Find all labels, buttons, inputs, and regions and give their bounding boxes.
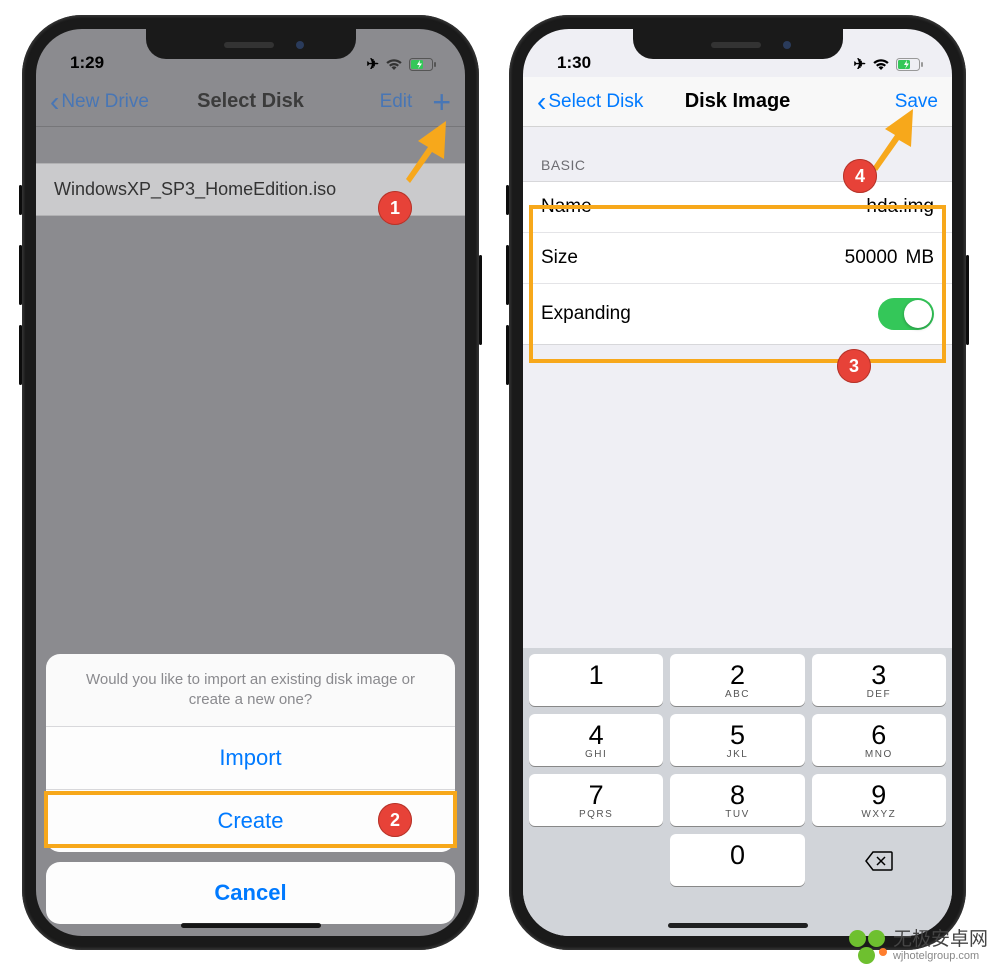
watermark-logo <box>847 926 887 966</box>
action-sheet: Would you like to import an existing dis… <box>46 654 455 925</box>
home-indicator[interactable] <box>668 923 808 928</box>
notch <box>633 29 843 59</box>
step-badge-3: 3 <box>837 349 871 383</box>
notch <box>146 29 356 59</box>
key-8[interactable]: 8TUV <box>670 774 804 826</box>
cancel-button[interactable]: Cancel <box>46 862 455 924</box>
step-badge-1: 1 <box>378 191 412 225</box>
backspace-icon <box>865 851 893 871</box>
expanding-row: Expanding <box>523 284 952 344</box>
size-row[interactable]: Size 50000 MB <box>523 233 952 284</box>
chevron-left-icon: ‹ <box>537 95 546 109</box>
basic-form: Name hda.img Size 50000 MB Expanding <box>523 181 952 345</box>
key-3[interactable]: 3DEF <box>812 654 946 706</box>
phone-left: 1:29 ✈ ‹ New Drive Select Disk Edit + <box>22 15 479 950</box>
phone2-screen: 1:30 ✈ ‹ Select Disk Disk Image Save BAS… <box>523 29 952 936</box>
watermark-title: 无极安卓网 <box>893 930 988 951</box>
airplane-icon: ✈ <box>853 55 866 73</box>
key-1[interactable]: 1 <box>529 654 663 706</box>
key-blank <box>529 834 663 886</box>
size-value: 50000 <box>845 247 898 269</box>
import-button[interactable]: Import <box>46 727 455 790</box>
expanding-label: Expanding <box>541 303 631 325</box>
back-label: Select Disk <box>548 91 643 113</box>
expanding-switch[interactable] <box>878 298 934 330</box>
size-unit: MB <box>906 247 935 269</box>
status-time: 1:30 <box>557 53 591 73</box>
key-4[interactable]: 4GHI <box>529 714 663 766</box>
phone1-screen: 1:29 ✈ ‹ New Drive Select Disk Edit + <box>36 29 465 936</box>
key-0[interactable]: 0 <box>670 834 804 886</box>
name-label: Name <box>541 196 592 218</box>
step-badge-2: 2 <box>378 803 412 837</box>
size-label: Size <box>541 247 578 269</box>
key-6[interactable]: 6MNO <box>812 714 946 766</box>
step1-arrow <box>394 119 454 189</box>
phone-right: 1:30 ✈ ‹ Select Disk Disk Image Save BAS… <box>509 15 966 950</box>
back-button[interactable]: ‹ Select Disk <box>537 91 643 113</box>
battery-icon <box>896 58 924 71</box>
name-row[interactable]: Name hda.img <box>523 182 952 233</box>
home-indicator[interactable] <box>181 923 321 928</box>
key-backspace[interactable] <box>812 834 946 886</box>
key-7[interactable]: 7PQRS <box>529 774 663 826</box>
sheet-message: Would you like to import an existing dis… <box>46 654 455 728</box>
name-value: hda.img <box>866 196 934 218</box>
numeric-keyboard: 1 2ABC 3DEF 4GHI 5JKL 6MNO 7PQRS 8TUV 9W… <box>523 648 952 936</box>
key-5[interactable]: 5JKL <box>670 714 804 766</box>
watermark: 无极安卓网 wjhotelgroup.com <box>847 926 988 966</box>
wifi-icon <box>872 58 890 71</box>
watermark-url: wjhotelgroup.com <box>893 950 988 962</box>
key-9[interactable]: 9WXYZ <box>812 774 946 826</box>
step-badge-4: 4 <box>843 159 877 193</box>
key-2[interactable]: 2ABC <box>670 654 804 706</box>
